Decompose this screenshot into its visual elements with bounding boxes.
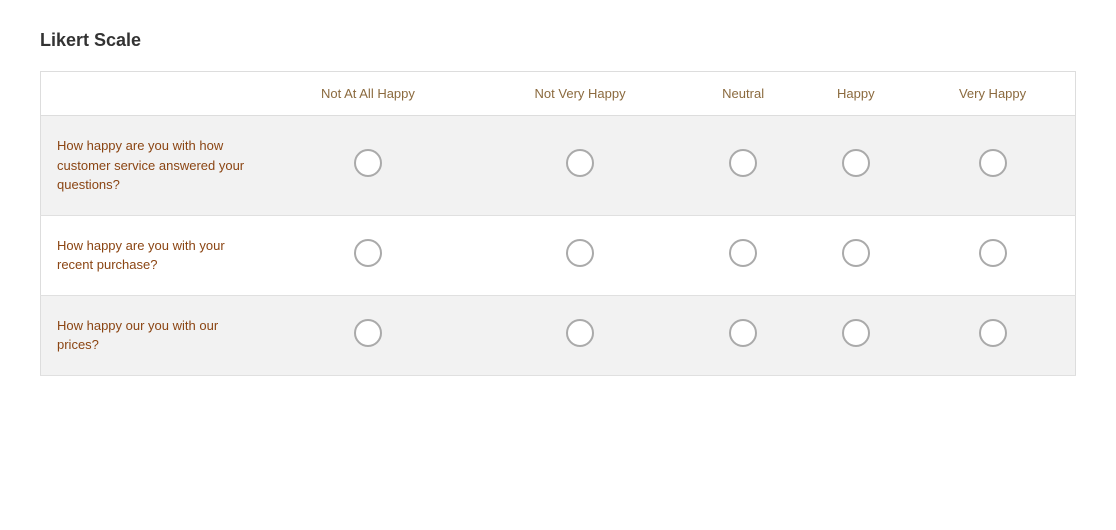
- radio-happy-row0[interactable]: [842, 149, 870, 177]
- radio-cell-neutral-row0: [685, 116, 802, 216]
- col-header-very-happy: Very Happy: [910, 72, 1075, 116]
- radio-not-at-all-happy-row1[interactable]: [354, 239, 382, 267]
- radio-cell-neutral-row1: [685, 215, 802, 295]
- radio-very-happy-row1[interactable]: [979, 239, 1007, 267]
- radio-neutral-row1[interactable]: [729, 239, 757, 267]
- col-header-happy: Happy: [802, 72, 911, 116]
- radio-not-at-all-happy-row0[interactable]: [354, 149, 382, 177]
- radio-cell-not-very-happy-row0: [475, 116, 684, 216]
- radio-not-very-happy-row0[interactable]: [566, 149, 594, 177]
- table-row: How happy are you with how customer serv…: [41, 116, 1076, 216]
- radio-cell-happy-row0: [802, 116, 911, 216]
- radio-cell-not-at-all-happy-row2: [261, 295, 476, 375]
- question-cell-1: How happy are you with your recent purch…: [41, 215, 261, 295]
- radio-neutral-row2[interactable]: [729, 319, 757, 347]
- question-cell-2: How happy our you with our prices?: [41, 295, 261, 375]
- question-cell-0: How happy are you with how customer serv…: [41, 116, 261, 216]
- table-row: How happy are you with your recent purch…: [41, 215, 1076, 295]
- radio-cell-happy-row1: [802, 215, 911, 295]
- radio-happy-row1[interactable]: [842, 239, 870, 267]
- radio-cell-not-very-happy-row2: [475, 295, 684, 375]
- radio-not-at-all-happy-row2[interactable]: [354, 319, 382, 347]
- radio-cell-happy-row2: [802, 295, 911, 375]
- col-header-neutral: Neutral: [685, 72, 802, 116]
- radio-cell-very-happy-row1: [910, 215, 1075, 295]
- likert-table: Not At All Happy Not Very Happy Neutral …: [40, 71, 1076, 376]
- table-header-row: Not At All Happy Not Very Happy Neutral …: [41, 72, 1076, 116]
- col-header-question: [41, 72, 261, 116]
- radio-not-very-happy-row2[interactable]: [566, 319, 594, 347]
- radio-cell-not-at-all-happy-row1: [261, 215, 476, 295]
- radio-cell-not-very-happy-row1: [475, 215, 684, 295]
- radio-cell-very-happy-row2: [910, 295, 1075, 375]
- radio-very-happy-row2[interactable]: [979, 319, 1007, 347]
- page-title: Likert Scale: [40, 30, 1076, 51]
- radio-happy-row2[interactable]: [842, 319, 870, 347]
- radio-not-very-happy-row1[interactable]: [566, 239, 594, 267]
- col-header-not-very-happy: Not Very Happy: [475, 72, 684, 116]
- radio-neutral-row0[interactable]: [729, 149, 757, 177]
- table-row: How happy our you with our prices?: [41, 295, 1076, 375]
- radio-cell-neutral-row2: [685, 295, 802, 375]
- radio-cell-not-at-all-happy-row0: [261, 116, 476, 216]
- radio-very-happy-row0[interactable]: [979, 149, 1007, 177]
- col-header-not-at-all-happy: Not At All Happy: [261, 72, 476, 116]
- radio-cell-very-happy-row0: [910, 116, 1075, 216]
